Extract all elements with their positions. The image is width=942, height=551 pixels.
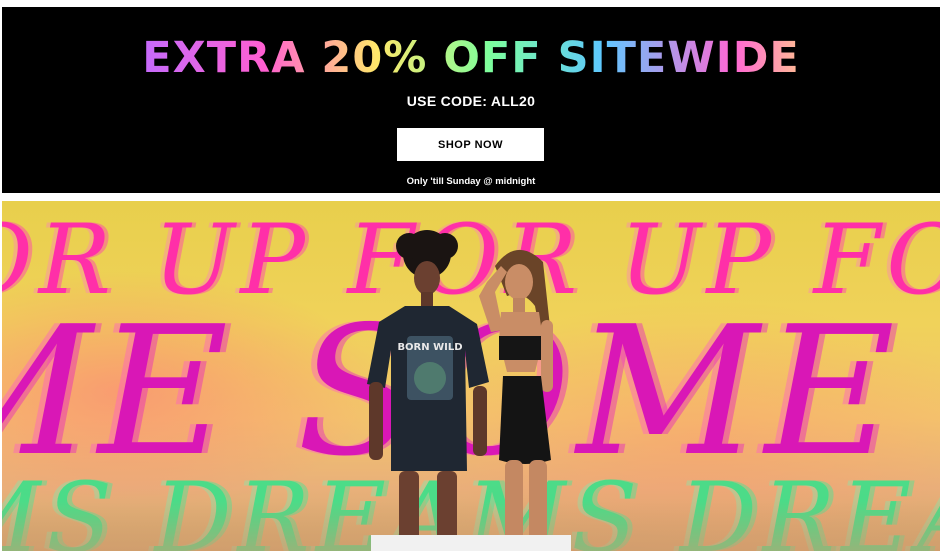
promo-deadline-note: Only 'till Sunday @ midnight [406,176,536,187]
hero-banner[interactable]: OR UP FOR UP FOR UP FOR ME SOME SOME SOM… [2,201,940,551]
model-right-image [479,249,553,551]
hero-cta-button[interactable] [371,535,571,551]
promo-banner[interactable]: EXTRA 20% OFF SITEWIDE USE CODE: ALL20 S… [2,7,940,193]
promo-code: USE CODE: ALL20 [406,93,536,109]
promo-headline: EXTRA 20% OFF SITEWIDE [2,31,940,85]
shop-now-button[interactable]: SHOP NOW [397,128,544,161]
